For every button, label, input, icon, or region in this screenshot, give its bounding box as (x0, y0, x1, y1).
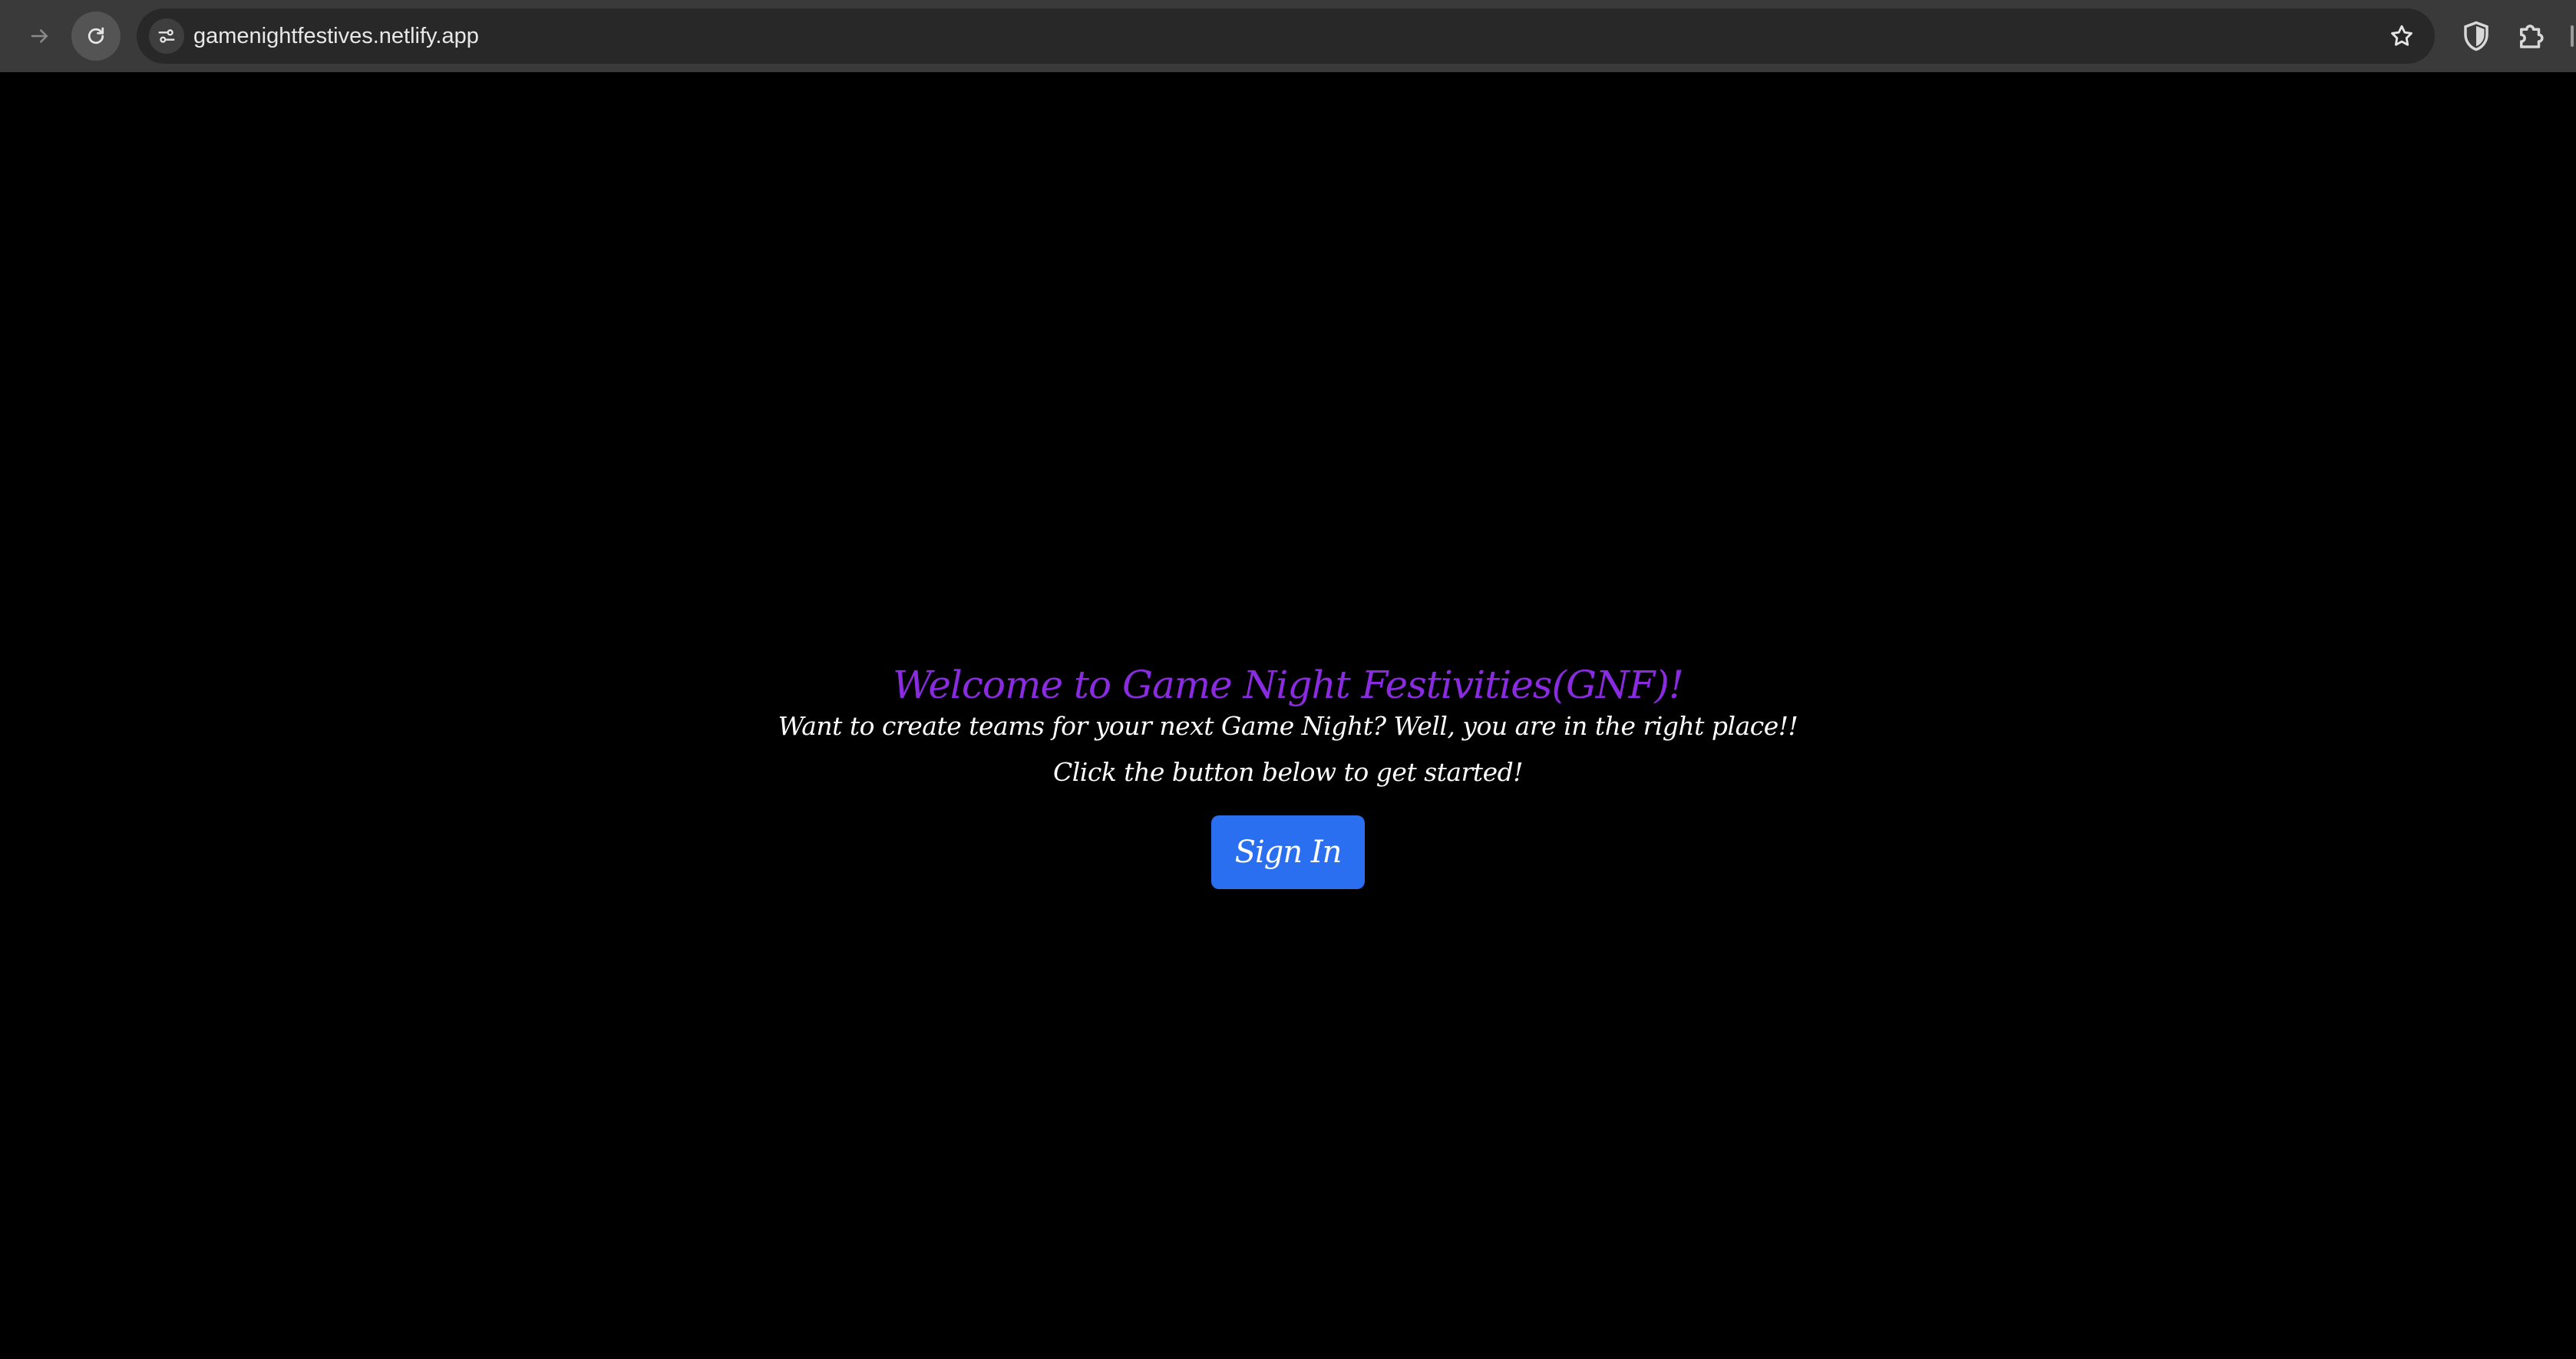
puzzle-icon[interactable] (2515, 20, 2547, 52)
toolbar-divider (2571, 25, 2574, 47)
browser-toolbar: gamenightfestives.netlify.app (0, 0, 2576, 72)
reload-button[interactable] (71, 12, 121, 61)
page-title: Welcome to Game Night Festivities(GNF)! (893, 663, 1684, 707)
shield-icon[interactable] (2460, 20, 2492, 52)
url-text[interactable]: gamenightfestives.netlify.app (193, 8, 479, 64)
address-bar[interactable]: gamenightfestives.netlify.app (137, 8, 2435, 64)
forward-button[interactable] (15, 12, 64, 61)
star-icon[interactable] (2389, 23, 2415, 49)
arrow-right-icon (31, 29, 48, 43)
page-content: Welcome to Game Night Festivities(GNF)! … (0, 72, 2576, 1359)
reload-icon (88, 27, 104, 45)
welcome-section: Welcome to Game Night Festivities(GNF)! … (0, 662, 2576, 889)
tune-icon (158, 29, 175, 43)
site-info-button[interactable] (149, 18, 184, 54)
sign-in-button[interactable]: Sign In (1211, 815, 1365, 889)
instruction-text: Click the button below to get started! (1052, 757, 1524, 787)
intro-text: Want to create teams for your next Game … (778, 711, 1798, 741)
